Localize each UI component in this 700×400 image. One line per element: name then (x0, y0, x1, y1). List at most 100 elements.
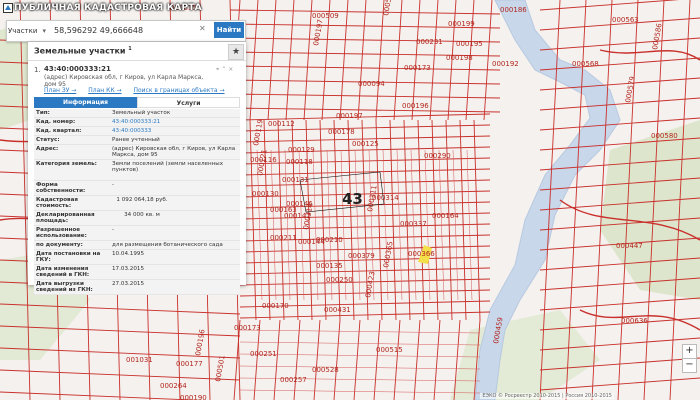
property-value: Ранее учтенный (112, 137, 160, 143)
parcel-label[interactable]: 000192 (492, 60, 519, 68)
property-value[interactable]: 43:40:000333 (112, 128, 238, 134)
parcel-label[interactable]: 000195 (456, 40, 483, 48)
property-row: Кадастровая стоимость: 1 092 064,18 руб. (34, 196, 240, 211)
property-value[interactable]: 43:40:000333:21 (112, 119, 238, 125)
parcel-label[interactable]: 000379 (348, 252, 375, 260)
clear-icon[interactable]: ✕ (199, 24, 206, 33)
tab-information[interactable]: Информация (34, 97, 137, 108)
property-row: Тип: Земельный участок (34, 109, 240, 118)
result-number: 1. (34, 66, 41, 74)
parcel-label[interactable]: 000112 (268, 120, 295, 128)
property-value: (адрес) Кировская обл, г Киров, ул Карла… (112, 146, 236, 159)
properties-table: Тип: Земельный участок Кад. номер: 43:40:00… (34, 109, 240, 295)
property-key: Статус: (36, 137, 60, 143)
app-title: ПУБЛИЧНАЯ КАДАСТРОВАЯ КАРТА (14, 3, 202, 13)
parcel-label[interactable]: 000144 (298, 238, 325, 246)
property-row: Дата выгрузки сведений из ГКН: 27.03.2015 (34, 280, 240, 295)
property-key: Кад. квартал: (36, 128, 82, 134)
parcel-label[interactable]: 000186 (500, 6, 527, 14)
parcel-label[interactable]: 000178 (328, 128, 355, 136)
parcel-label[interactable]: 000231 (416, 38, 443, 46)
zoom-in-button[interactable]: + (682, 344, 697, 359)
parcel-label[interactable]: 000264 (160, 382, 187, 390)
parcel-label[interactable]: 000515 (376, 346, 403, 354)
parcel-label[interactable]: 000173 (404, 64, 431, 72)
close-icon[interactable]: × (228, 66, 233, 73)
property-value: - (112, 227, 115, 233)
search-type-select[interactable]: Участки ▾ (8, 24, 46, 38)
property-value: 1 092 064,18 руб. (116, 197, 168, 203)
result-links: План ЗУ → План КК → Поиск в границах объ… (44, 87, 235, 94)
search-input[interactable] (54, 23, 196, 37)
parcel-label[interactable]: 000290 (424, 152, 451, 160)
parcel-label[interactable]: 000170 (262, 302, 289, 310)
link-plan-kk[interactable]: План КК → (88, 87, 121, 94)
property-row: Декларированная площадь: 34 000 кв. м (34, 211, 240, 226)
parcel-label[interactable]: 000257 (280, 376, 307, 384)
parcel-label[interactable]: 000197 (336, 112, 363, 120)
parcel-label[interactable]: 000129 (288, 146, 315, 154)
parcel-label[interactable]: 000251 (250, 350, 277, 358)
quarter-label: 43 (342, 190, 363, 208)
property-key: Категория земель: (36, 161, 97, 167)
parcel-label[interactable]: 000130 (252, 190, 279, 198)
parcel-label[interactable]: 000580 (651, 132, 678, 140)
star-icon[interactable]: ★ (228, 44, 244, 60)
parcel-label[interactable]: 000447 (616, 242, 643, 250)
parcel-label[interactable]: 000568 (572, 60, 599, 68)
parcel-label[interactable]: 000118 (286, 158, 313, 166)
property-value: 34 000 кв. м (124, 212, 160, 218)
tab-services[interactable]: Услуги (137, 97, 240, 108)
zoom-out-button[interactable]: − (682, 358, 697, 373)
map-attribution: ЕЭКО © Росреестр 2010-2015 | Россия 2010… (480, 393, 614, 399)
parcel-label[interactable]: 000094 (358, 80, 385, 88)
property-key: Кад. номер: (36, 119, 76, 125)
panel-title-count: 1 (128, 46, 132, 52)
logo-icon (3, 3, 13, 13)
parcel-label[interactable]: 000528 (312, 366, 339, 374)
property-key: Декларированная площадь: (36, 212, 95, 225)
parcel-label[interactable]: 000563 (612, 16, 639, 24)
parcel-label[interactable]: 000198 (446, 54, 473, 62)
property-row: Форма собственности: - (34, 181, 240, 196)
property-row: Адрес: (адрес) Кировская обл, г Киров, ул… (34, 145, 240, 160)
parcel-label[interactable]: 000337 (400, 220, 427, 228)
parcel-label[interactable]: 000211 (270, 234, 297, 242)
parcel-label[interactable]: 000135 (316, 262, 343, 270)
property-value: - (112, 182, 115, 188)
parcel-label[interactable]: 000177 (176, 360, 203, 368)
search-type-label: Участки (8, 27, 38, 35)
parcel-label[interactable]: 000163 (270, 206, 297, 214)
property-row: Разрешенное использование: - (34, 226, 240, 241)
parcel-label[interactable]: 000164 (432, 212, 459, 220)
result-cadastral-id[interactable]: 43:40:000333:21 (44, 65, 111, 73)
parcel-label[interactable]: 000250 (326, 276, 353, 284)
parcel-label[interactable]: 000131 (282, 176, 309, 184)
property-key: по документу: (36, 242, 83, 248)
chevron-down-icon: ▾ (42, 27, 46, 35)
property-row: Дата изменения сведений в ГКН: 17.03.2015 (34, 265, 240, 280)
parcel-label[interactable]: 000431 (324, 306, 351, 314)
property-value: 17.03.2015 (112, 266, 145, 272)
property-key: Кадастровая стоимость: (36, 197, 78, 210)
property-value: для размещения ботанического сада (112, 242, 223, 248)
property-row: Дата постановки на ГКУ: 10.04.1995 (34, 250, 240, 265)
property-value: 10.04.1995 (112, 251, 145, 257)
parcel-label[interactable]: 000173 (234, 324, 261, 332)
parcel-label[interactable]: 000366 (408, 250, 435, 258)
link-search-in-bounds[interactable]: Поиск в границах объекта → (133, 87, 224, 94)
panel-title-text: Земельные участки (34, 46, 126, 56)
locate-icon[interactable]: ⌖ (216, 66, 219, 73)
parcel-label[interactable]: 000199 (448, 20, 475, 28)
parcel-label[interactable]: 000125 (352, 140, 379, 148)
collapse-icon[interactable]: ⌃ (221, 66, 226, 73)
results-panel: Земельные участки 1 ★ 1. 43:40:000333:21… (28, 42, 246, 295)
panel-header: Земельные участки 1 ★ (28, 42, 246, 61)
parcel-label[interactable]: 000190 (180, 394, 207, 400)
property-row: по документу: для размещения ботаническог… (34, 241, 240, 250)
parcel-label[interactable]: 001031 (126, 356, 153, 364)
search-button[interactable]: Найти (214, 22, 244, 38)
parcel-label[interactable]: 000636 (621, 317, 648, 325)
link-plan-zu[interactable]: План ЗУ → (44, 87, 76, 94)
parcel-label[interactable]: 000196 (402, 102, 429, 110)
